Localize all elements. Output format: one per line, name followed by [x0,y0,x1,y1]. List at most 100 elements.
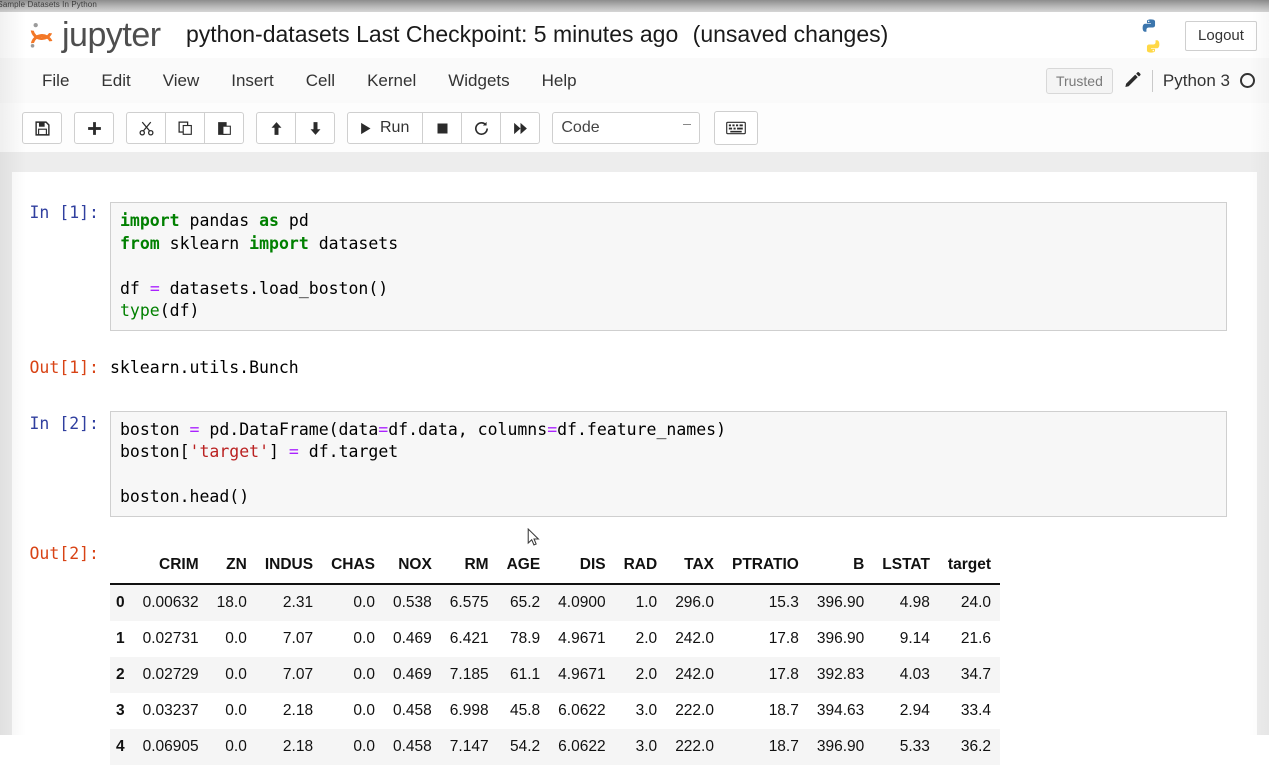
in-prompt-2: In [2]: [12,411,110,435]
code-content-2: boston = pd.DataFrame(data=df.data, colu… [120,419,1217,509]
dataframe-cell: 18.0 [208,584,256,621]
save-button[interactable] [22,112,62,144]
interrupt-kernel-button[interactable] [422,112,462,144]
move-cell-up-button[interactable] [256,112,296,144]
code-cell-1[interactable]: In [1]: import pandas as pd from sklearn… [12,202,1257,331]
out-prompt-2: Out[2]: [12,543,110,565]
cut-cell-button[interactable] [126,112,166,144]
restart-run-all-button[interactable] [500,112,540,144]
notebook-panel: In [1]: import pandas as pd from sklearn… [12,172,1257,735]
dataframe-cell: 17.8 [723,621,808,657]
code-frag: df.target [299,442,398,461]
dataframe-col-header: LSTAT [873,549,939,584]
pencil-icon[interactable] [1123,71,1142,90]
table-row: 20.027290.07.070.00.4697.18561.14.96712.… [110,657,1000,693]
keyboard-shortcuts-button[interactable] [714,111,758,145]
copy-cell-button[interactable] [165,112,205,144]
kernel-idle-circle-icon[interactable] [1240,73,1255,88]
code-frag: ] [269,442,289,461]
code-editor-2[interactable]: boston = pd.DataFrame(data=df.data, colu… [110,411,1227,517]
dataframe-cell: 18.7 [723,729,808,765]
play-icon [358,121,373,136]
dataframe-cell: 0.02731 [134,621,208,657]
menu-item-cell[interactable]: Cell [290,65,351,97]
dataframe-cell: 0.0 [208,693,256,729]
cell-type-select[interactable]: Code [552,112,700,144]
dataframe-cell: 2.0 [615,657,667,693]
dataframe-cell: 15.3 [723,584,808,621]
toolbar-inner: Run Code [22,111,758,145]
cell-type-value: Code [561,119,599,137]
menu-item-edit[interactable]: Edit [85,65,146,97]
notebook-name[interactable]: python-datasets [186,21,350,47]
arrow-down-icon [307,120,324,137]
code-cell-2[interactable]: In [2]: boston = pd.DataFrame(data=df.da… [12,411,1257,517]
menu-item-file[interactable]: File [26,65,85,97]
dataframe-cell: 394.63 [808,693,873,729]
dataframe-col-header: B [808,549,873,584]
dataframe-cell: 45.8 [498,693,550,729]
op-assign-1: = [150,279,160,298]
scissors-icon [138,120,155,137]
keyboard-icon [726,121,746,135]
dataframe-row-index: 4 [110,729,134,765]
kw-from-1: from [120,234,160,253]
dataframe-cell: 0.0 [322,693,384,729]
op-assign-3: = [289,442,299,461]
dataframe-cell: 2.18 [256,729,322,765]
dataframe-col-header: CHAS [322,549,384,584]
dataframe-cell: 0.458 [384,729,441,765]
stop-square-icon [435,121,450,136]
dataframe-col-header: AGE [498,549,550,584]
dataframe-cell: 4.03 [873,657,939,693]
logout-button[interactable]: Logout [1185,21,1257,51]
code-frag: datasets [309,234,398,253]
code-frag: df [120,279,150,298]
dataframe-head: CRIMZNINDUSCHASNOXRMAGEDISRADTAXPTRATIOB… [110,549,1000,584]
menu-item-insert[interactable]: Insert [215,65,290,97]
op-kw-1: = [378,420,388,439]
run-button[interactable]: Run [347,112,423,144]
menu-bar-right: Trusted Python 3 [1046,58,1261,103]
jupyter-logo[interactable]: jupyter [24,14,161,56]
menu-item-help[interactable]: Help [526,65,593,97]
paste-cell-button[interactable] [204,112,244,144]
floppy-disk-icon [34,120,51,137]
dataframe-output: CRIMZNINDUSCHASNOXRMAGEDISRADTAXPTRATIOB… [110,543,1257,765]
in-prompt-1: In [1]: [12,202,110,224]
dataframe-cell: 36.2 [939,729,1000,765]
dataframe-cell: 392.83 [808,657,873,693]
insert-cell-below-button[interactable] [74,112,114,144]
dataframe-cell: 0.03237 [134,693,208,729]
toolbar-group-move [256,112,335,144]
menu-item-view[interactable]: View [147,65,216,97]
menu-item-widgets[interactable]: Widgets [432,65,525,97]
dataframe-col-header: RM [441,549,498,584]
code-editor-1[interactable]: import pandas as pd from sklearn import … [110,202,1227,331]
restart-kernel-button[interactable] [461,112,501,144]
trusted-badge[interactable]: Trusted [1046,68,1113,94]
dataframe-cell: 7.07 [256,621,322,657]
restart-circle-arrow-icon [473,120,490,137]
toolbar-group-clipboard [126,112,244,144]
dataframe-cell: 2.18 [256,693,322,729]
kw-import-2: import [249,234,309,253]
kw-as-1: as [259,211,279,230]
jupyter-logo-icon [24,17,60,53]
move-cell-down-button[interactable] [295,112,335,144]
browser-titlebar: ad Sample Datasets In Python [0,0,1269,12]
dataframe-cell: 222.0 [666,693,723,729]
dataframe-cell: 0.0 [322,729,384,765]
notebook-toolbar: Run Code [0,103,1269,153]
output-cell-2: Out[2]: CRIMZNINDUSCHASNOXRMAGEDISRADTAX… [12,543,1257,765]
notebook-title-bar: python-datasets Last Checkpoint: 5 minut… [186,21,888,48]
dataframe-cell: 242.0 [666,657,723,693]
dataframe-row-index: 1 [110,621,134,657]
menu-item-kernel[interactable]: Kernel [351,65,432,97]
copy-icon [177,120,194,137]
dataframe-col-header: target [939,549,1000,584]
dataframe-cell: 242.0 [666,621,723,657]
dataframe-row-index: 0 [110,584,134,621]
dataframe-col-header: NOX [384,549,441,584]
dataframe-cell: 7.185 [441,657,498,693]
